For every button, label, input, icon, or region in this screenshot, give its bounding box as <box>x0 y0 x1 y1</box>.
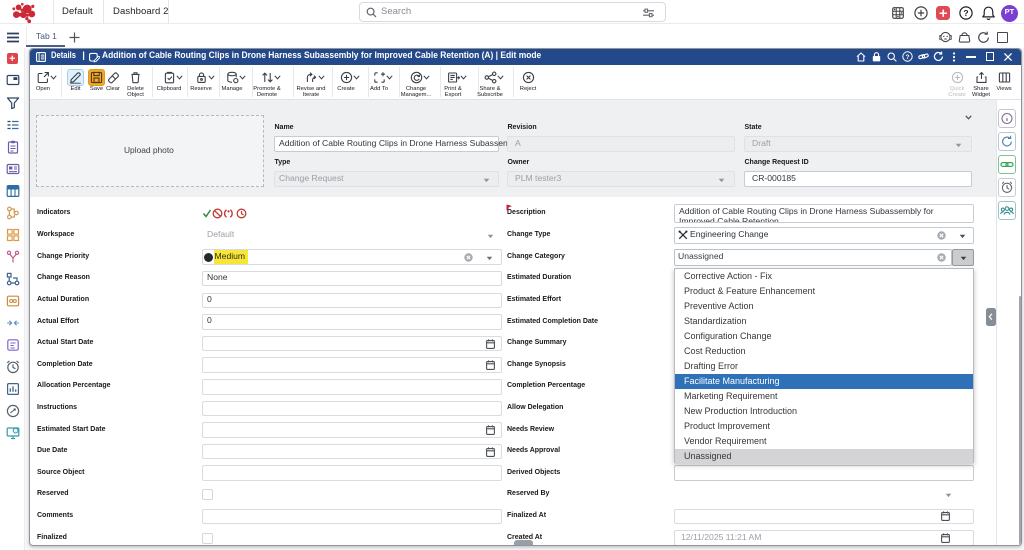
svg-text:?: ? <box>906 54 910 61</box>
svg-text:?: ? <box>963 8 968 18</box>
